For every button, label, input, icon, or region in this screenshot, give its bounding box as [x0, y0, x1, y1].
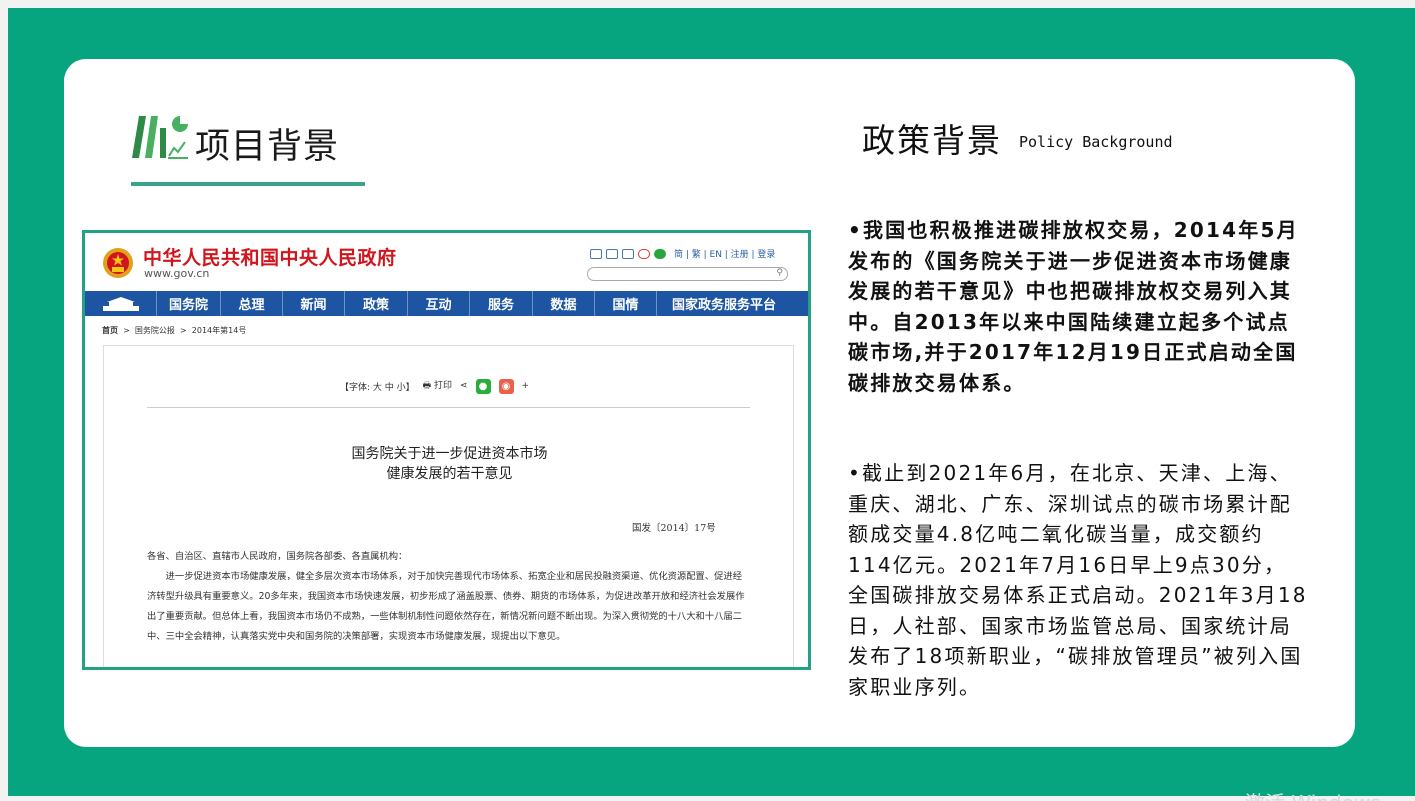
more-share-button[interactable]: + — [522, 381, 530, 391]
wechat-icon[interactable] — [654, 248, 666, 259]
search-input[interactable]: ⚲ — [587, 267, 788, 281]
title-underline — [131, 182, 365, 186]
breadcrumb: 首页 > 国务院公报 > 2014年第14号 — [102, 325, 246, 336]
breadcrumb-gazette[interactable]: 国务院公报 — [135, 326, 175, 335]
mobile-icon[interactable] — [606, 248, 618, 259]
font-size-control[interactable]: 【字体: 大 中 小】 — [340, 380, 415, 393]
share-icon[interactable]: ⋖ — [460, 381, 468, 391]
nav-item-data[interactable]: 数据 — [532, 291, 594, 316]
phone-icon[interactable] — [622, 248, 634, 259]
left-strip — [0, 0, 8, 801]
nav-item-service-platform[interactable]: 国家政务服务平台 — [656, 291, 791, 316]
weibo-icon[interactable] — [638, 248, 650, 259]
bullet-point-1: •我国也积极推进碳排放权交易，2014年5月发布的《国务院关于进一步促进资本市场… — [848, 218, 1299, 395]
article-tools: 【字体: 大 中 小】 🖶 打印 ⋖ ● ◉ + — [340, 378, 529, 394]
top-strip — [0, 0, 1415, 8]
salutation: 各省、自治区、直辖市人民政府，国务院各部委、各直属机构： — [147, 551, 408, 562]
weibo-share-icon[interactable]: ◉ — [498, 378, 514, 394]
main-nav: 国务院 总理 新闻 政策 互动 服务 数据 国情 国家政务服务平台 — [85, 291, 808, 316]
policy-subtitle: Policy Background — [1019, 133, 1173, 151]
bullet-point-2: •截止到2021年6月，在北京、天津、上海、重庆、湖北、广东、深圳试点的碳市场累… — [848, 461, 1308, 699]
article-paragraph: 进一步促进资本市场健康发展，健全多层次资本市场体系，对于加快完善现代市场体系、拓… — [147, 571, 745, 642]
chart-logo-icon — [132, 116, 188, 159]
windows-activation-watermark: 激活 Windows — [1245, 787, 1381, 801]
document-number: 国发〔2014〕17号 — [632, 523, 716, 534]
article-title-line1: 国务院关于进一步促进资本市场 — [351, 446, 548, 462]
nav-item-guowuyuan[interactable]: 国务院 — [156, 291, 220, 316]
nav-item-zongli[interactable]: 总理 — [220, 291, 282, 316]
nav-item-news[interactable]: 新闻 — [282, 291, 344, 316]
tiananmen-icon — [102, 296, 139, 311]
breadcrumb-home[interactable]: 首页 — [102, 326, 118, 335]
section-title: 项目背景 — [195, 127, 340, 167]
search-icon[interactable]: ⚲ — [776, 268, 783, 278]
bottom-strip — [0, 796, 1415, 801]
breadcrumb-issue[interactable]: 2014年第14号 — [192, 326, 247, 335]
nav-item-guoqing[interactable]: 国情 — [594, 291, 656, 316]
policy-title: 政策背景 — [862, 121, 1002, 160]
article-panel: 【字体: 大 中 小】 🖶 打印 ⋖ ● ◉ + 国务院关于进一步促进资本市场 … — [103, 345, 795, 667]
wechat-share-icon[interactable]: ● — [475, 378, 491, 394]
top-icon-bar: 简 | 繁 | EN | 注册 | 登录 — [590, 247, 775, 260]
article-title: 国务院关于进一步促进资本市场 健康发展的若干意见 — [104, 444, 795, 484]
top-links[interactable]: 简 | 繁 | EN | 注册 | 登录 — [674, 247, 775, 260]
gov-site-name: 中华人民共和国中央人民政府 — [143, 247, 397, 269]
national-emblem-icon — [103, 248, 133, 278]
article-body: 各省、自治区、直辖市人民政府，国务院各部委、各直属机构： 进一步促进资本市场健康… — [147, 547, 751, 647]
breadcrumb-sep: > — [179, 326, 187, 335]
print-label: 打印 — [433, 381, 452, 391]
article-title-line2: 健康发展的若干意见 — [386, 466, 513, 482]
mail-icon[interactable] — [590, 248, 602, 259]
nav-item-interact[interactable]: 互动 — [407, 291, 469, 316]
nav-home-icon[interactable] — [85, 291, 156, 316]
divider — [147, 407, 750, 408]
nav-item-policy[interactable]: 政策 — [344, 291, 407, 316]
gov-site-url: www.gov.cn — [144, 267, 210, 280]
gov-website-screenshot: 中华人民共和国中央人民政府 www.gov.cn 简 | 繁 | EN | 注册… — [82, 230, 811, 670]
breadcrumb-sep: > — [123, 326, 130, 335]
nav-item-service[interactable]: 服务 — [469, 291, 532, 316]
print-button[interactable]: 🖶 打印 — [423, 378, 452, 394]
